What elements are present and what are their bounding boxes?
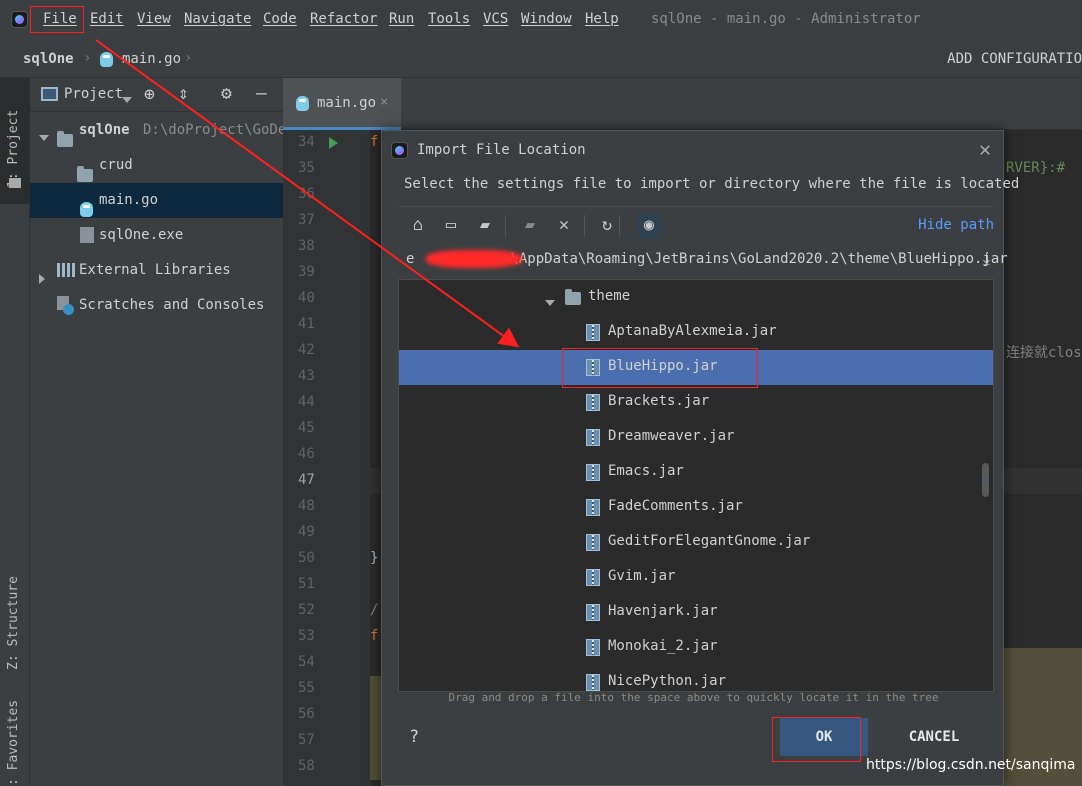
annotation-arrow [95,39,520,348]
watermark: https://blog.csdn.net/sanqima [866,757,1076,773]
